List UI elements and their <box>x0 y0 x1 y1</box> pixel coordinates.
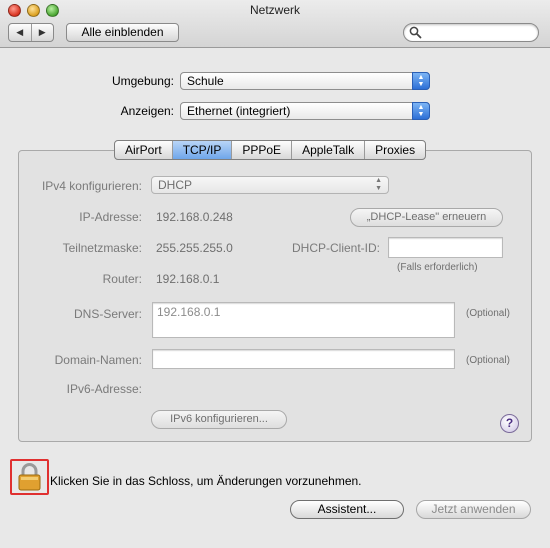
configure-ipv6-button[interactable]: IPv6 konfigurieren... <box>151 410 287 429</box>
assistant-button[interactable]: Assistent... <box>290 500 404 519</box>
forward-arrow-icon[interactable]: ▶ <box>30 24 54 41</box>
show-popup[interactable]: Ethernet (integriert) ▲ ▼ <box>180 102 430 120</box>
router-label: Router: <box>102 272 142 286</box>
show-label: Anzeigen: <box>120 104 174 118</box>
search-input[interactable] <box>403 23 539 42</box>
ipv4-configure-label: IPv4 konfigurieren: <box>41 179 142 193</box>
tab-proxies[interactable]: Proxies <box>364 141 425 159</box>
location-popup[interactable]: Schule ▲ ▼ <box>180 72 430 90</box>
tab-airport[interactable]: AirPort <box>115 141 172 159</box>
location-value: Schule <box>187 74 224 88</box>
popup-arrows-icon: ▲ ▼ <box>412 72 430 90</box>
back-forward-control: ◀ ▶ <box>8 23 54 42</box>
domain-names-hint: (Optional) <box>466 355 510 366</box>
help-button[interactable]: ? <box>500 414 519 433</box>
subnet-mask-label: Teilnetzmaske: <box>62 241 142 255</box>
ip-address-value: 192.168.0.248 <box>156 210 233 224</box>
dhcp-client-id-hint: (Falls erforderlich) <box>397 262 478 273</box>
lock-message: Klicken Sie in das Schloss, um Änderunge… <box>50 474 362 488</box>
lock-button[interactable] <box>10 459 49 495</box>
title-bar: Netzwerk ◀ ▶ Alle einblenden <box>0 0 550 48</box>
window-title: Netzwerk <box>249 3 300 17</box>
ipv6-address-label: IPv6-Adresse: <box>66 382 142 396</box>
ip-address-label: IP-Adresse: <box>79 210 142 224</box>
dhcp-client-id-label: DHCP-Client-ID: <box>291 241 380 255</box>
dns-server-hint: (Optional) <box>466 308 510 319</box>
router-value: 192.168.0.1 <box>156 272 220 286</box>
search-icon <box>409 26 422 39</box>
location-label: Umgebung: <box>111 74 174 88</box>
dhcp-lease-renew-button[interactable]: „DHCP-Lease" erneuern <box>350 208 503 227</box>
apply-now-button[interactable]: Jetzt anwenden <box>416 500 531 519</box>
domain-names-label: Domain-Namen: <box>54 353 142 367</box>
popup-arrows-icon: ▲ ▼ <box>375 177 382 192</box>
dhcp-client-id-field[interactable] <box>388 237 503 258</box>
popup-arrows-icon: ▲ ▼ <box>412 102 430 120</box>
dns-server-field[interactable]: 192.168.0.1 <box>152 302 455 338</box>
show-value: Ethernet (integriert) <box>187 104 291 118</box>
tab-tcpip[interactable]: TCP/IP <box>171 141 232 159</box>
lock-icon <box>18 463 41 491</box>
domain-names-field[interactable] <box>152 349 455 369</box>
ipv4-configure-value: DHCP <box>158 178 193 192</box>
dns-server-label: DNS-Server: <box>73 307 142 321</box>
ipv4-configure-popup[interactable]: DHCP ▲ ▼ <box>151 176 389 194</box>
tab-bar: AirPort TCP/IP PPPoE AppleTalk Proxies <box>114 140 427 160</box>
back-arrow-icon[interactable]: ◀ <box>9 24 31 41</box>
tab-pppoe[interactable]: PPPoE <box>231 141 291 159</box>
subnet-mask-value: 255.255.255.0 <box>156 241 233 255</box>
show-all-button[interactable]: Alle einblenden <box>66 23 179 42</box>
tab-appletalk[interactable]: AppleTalk <box>291 141 364 159</box>
